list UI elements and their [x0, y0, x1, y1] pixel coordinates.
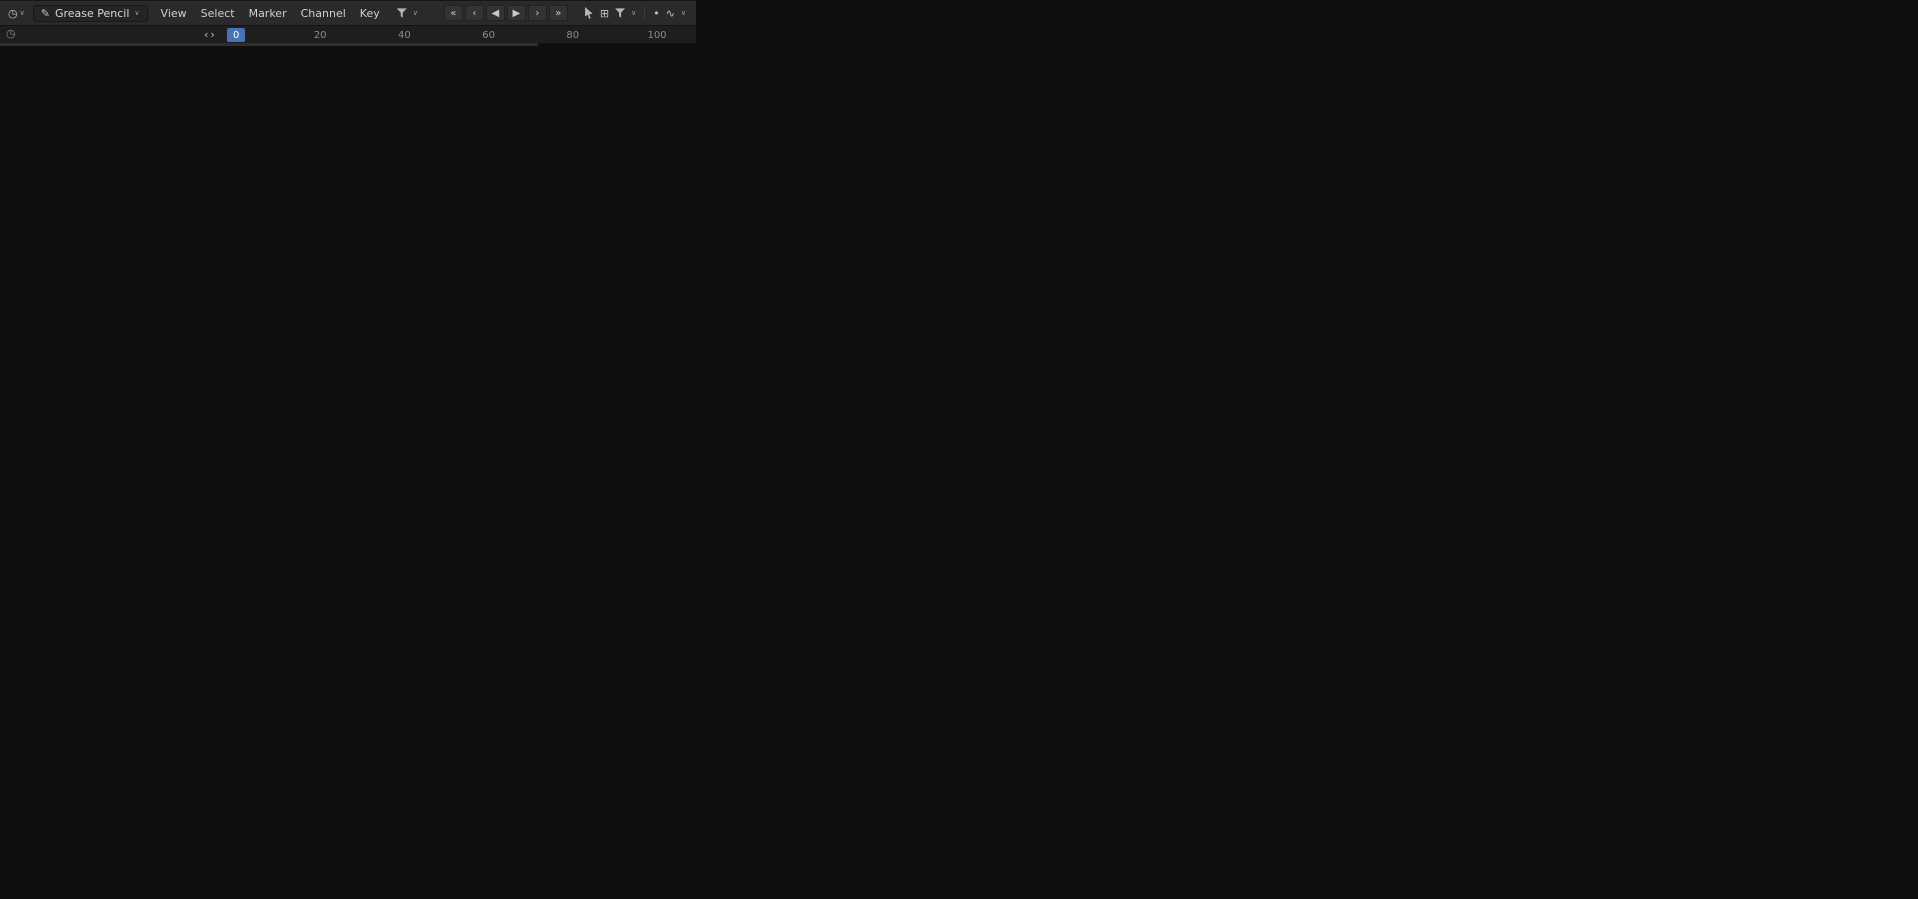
chev-icon: ∨: [412, 8, 418, 17]
dope-sheet-filter-controls[interactable]: ∨: [393, 8, 422, 18]
funnel-button[interactable]: [613, 8, 627, 18]
dope-sheet-header: ◷ ∨ ✎ Grease Pencil ∨ View Select Marker Chann…: [0, 1, 696, 25]
prev-key-button[interactable]: ‹: [464, 5, 484, 21]
grease-pencil-icon: ✎: [40, 6, 50, 20]
frame-tick-40: 40: [398, 30, 411, 41]
play-button[interactable]: ▶: [506, 5, 526, 21]
ruler-scroll-arrows[interactable]: ‹›: [204, 29, 217, 41]
menu-channel[interactable]: Channel: [294, 7, 353, 20]
current-frame-indicator[interactable]: 0: [227, 28, 246, 42]
chev-button[interactable]: ∨: [411, 8, 420, 17]
editor-type-button[interactable]: ◷ ∨: [6, 8, 27, 19]
jump-start-button[interactable]: «: [443, 5, 463, 21]
dope-sheet-editor: ◷ ∨ ✎ Grease Pencil ∨ View Select Marker Chann…: [0, 0, 697, 43]
ortho-button[interactable]: ⊞: [598, 8, 611, 19]
chevron-down-icon: ∨: [19, 8, 25, 17]
jump-end-button[interactable]: »: [548, 5, 568, 21]
frame-tick-60: 60: [482, 30, 495, 41]
dot-button[interactable]: •: [651, 8, 662, 19]
funnel-icon: [615, 8, 626, 18]
arrow-r-sm-icon: ›: [210, 28, 217, 41]
frame-ruler[interactable]: ◷ ‹› 020406080100120140160180200220240 0: [0, 25, 697, 43]
funnel-icon: [396, 8, 407, 18]
menu-select[interactable]: Select: [194, 7, 242, 20]
cursor-arrow-button[interactable]: [582, 7, 596, 19]
frame-tick-100: 100: [647, 30, 667, 41]
chev-button[interactable]: ∨: [679, 8, 688, 17]
chev-button[interactable]: ∨: [629, 8, 638, 17]
menu-marker[interactable]: Marker: [242, 7, 294, 20]
dot-icon: •: [653, 6, 660, 20]
chev-icon: ∨: [631, 8, 637, 17]
playback-controls: «‹ ◀ ▶ ›»: [443, 5, 568, 21]
next-key-button[interactable]: ›: [527, 5, 547, 21]
dope-sheet-menus: View Select Marker Channel Key: [154, 7, 387, 20]
dope-sheet-right-controls[interactable]: ⊞ ∨ • ∿ ∨: [580, 7, 690, 19]
dope-sheet-mode-dropdown[interactable]: ✎ Grease Pencil ∨: [32, 4, 148, 22]
wave-button[interactable]: ∿: [664, 8, 677, 19]
blender-window: ⊞∨ ◩Object Mode∨ ViewSelectAddObject ◎Cu…: [0, 0, 1918, 899]
funnel-button[interactable]: [395, 8, 409, 18]
separator: [644, 7, 646, 19]
frame-tick-20: 20: [313, 30, 327, 41]
dope-sheet-icon: ◷: [8, 6, 18, 20]
play-reverse-button[interactable]: ◀: [485, 5, 505, 21]
menu-view[interactable]: View: [154, 7, 194, 20]
cursor-arrow-icon: [585, 7, 593, 19]
chev-icon: ∨: [680, 8, 687, 17]
menu-key[interactable]: Key: [353, 7, 387, 20]
chevron-down-icon: ∨: [134, 8, 140, 17]
editor-corner-icon[interactable]: ◷: [6, 28, 16, 39]
frame-tick-80: 80: [566, 30, 580, 41]
ortho-icon: ⊞: [599, 6, 610, 20]
wave-icon: ∿: [665, 6, 675, 20]
